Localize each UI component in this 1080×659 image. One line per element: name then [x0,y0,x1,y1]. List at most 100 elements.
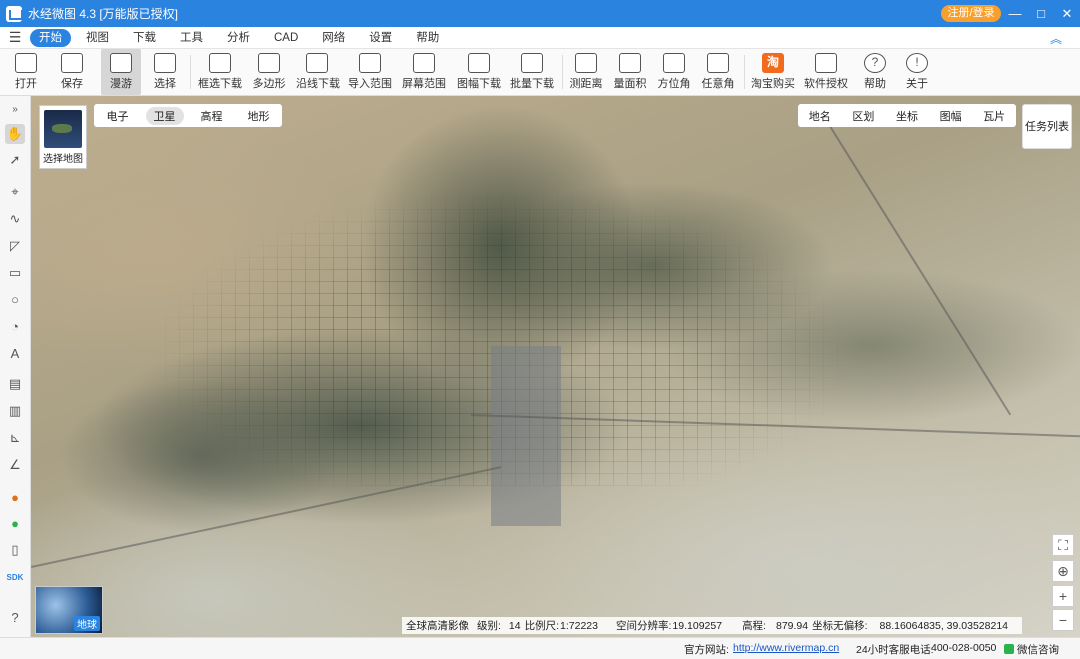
elevation-label: 高程: [742,620,766,632]
overlay-sheets[interactable]: 图幅 [940,108,962,124]
menu-cad[interactable]: CAD [265,29,307,47]
line-download-button[interactable]: 沿线下载 [296,49,340,95]
website-link[interactable]: http://www.rivermap.cn [733,642,839,654]
overlay-tiles[interactable]: 瓦片 [983,108,1005,124]
pan-button[interactable]: 漫游 [101,49,141,95]
scale-label: 比例尺: [524,620,560,632]
level-value: 14 [508,619,521,632]
expand-panel-icon[interactable]: » [5,100,25,120]
hamburger-menu-icon[interactable]: ☰ [0,29,30,46]
lock-icon [815,53,837,73]
measure-area-button[interactable]: 量面积 [612,49,648,95]
fullscreen-icon[interactable]: ⛶ [1052,534,1074,556]
ribbon-toolbar: 打开 保存 漫游 选择 框选下载 多边形 沿线下载 导入范围 屏幕范围 图幅下载… [0,49,1080,96]
locate-icon[interactable]: ⊕ [1052,560,1074,582]
ribbon-divider [744,55,745,89]
zoom-out-button[interactable]: − [1052,609,1074,631]
save-button[interactable]: 保存 [54,49,90,95]
wechat-label: 微信咨询 [1017,644,1059,656]
ruler-icon[interactable]: ▤ [5,374,25,394]
batch-download-button[interactable]: 批量下载 [510,49,554,95]
minimize-button[interactable]: — [1002,0,1028,27]
taobao-buy-button[interactable]: 淘淘宝购买 [750,49,796,95]
app-logo-icon [6,5,23,22]
circle-icon[interactable]: ○ [5,290,25,310]
area-icon [619,53,641,73]
resolution-value: 19.109257 [672,619,723,632]
menu-network[interactable]: 网络 [313,29,354,47]
menu-view[interactable]: 视图 [77,29,118,47]
phone-icon[interactable]: ▯ [5,540,25,560]
menu-tools[interactable]: 工具 [171,29,212,47]
angle-icon[interactable]: ∠ [5,455,25,475]
globe-icon[interactable]: ● [5,488,25,508]
box-download-icon [209,53,231,73]
text-icon[interactable]: A [5,344,25,364]
open-button[interactable]: 打开 [8,49,44,95]
rectangle-icon[interactable]: ▭ [5,263,25,283]
ribbon-divider [190,55,191,89]
overlay-coordinates[interactable]: 坐标 [896,108,918,124]
box-download-button[interactable]: 框选下载 [198,49,242,95]
select-button[interactable]: 选择 [147,49,183,95]
menu-help[interactable]: 帮助 [407,29,448,47]
window-title: 水经微图 4.3 [万能版已授权] [28,7,179,21]
zoom-in-button[interactable]: + [1052,585,1074,607]
maximize-button[interactable]: □ [1028,0,1054,27]
azimuth-button[interactable]: 方位角 [656,49,692,95]
import-range-button[interactable]: 导入范围 [348,49,392,95]
login-button[interactable]: 注册/登录 [941,5,1001,22]
screen-icon [413,53,435,73]
license-button[interactable]: 软件授权 [804,49,848,95]
azimuth-icon [663,53,685,73]
map-type-electronic[interactable]: 电子 [99,107,137,125]
map-view[interactable] [31,96,1080,637]
about-button[interactable]: ! 关于 [900,49,934,95]
wechat-icon [1004,644,1014,654]
help-button[interactable]: ? 帮助 [858,49,892,95]
azimuth-icon[interactable]: ⊾ [5,428,25,448]
earth-label: 地球 [74,616,100,631]
ribbon-divider [562,55,563,89]
earth-view-button[interactable]: 地球 [35,586,103,634]
map-type-terrain[interactable]: 地形 [240,107,278,125]
sector-icon[interactable]: ◔ [5,317,25,337]
menu-start[interactable]: 开始 [30,28,71,47]
area-icon[interactable]: ▥ [5,401,25,421]
sheet-download-button[interactable]: 图幅下载 [456,49,502,95]
coord-label: 坐标无偏移: [812,620,868,632]
collapse-ribbon-icon[interactable]: ︽ [1050,30,1062,47]
task-list-button[interactable]: 任务列表 [1022,104,1072,149]
hand-icon[interactable]: ✋ [5,124,25,144]
sheet-icon [468,53,490,73]
wechat-button[interactable]: 微信咨询 [1004,642,1059,657]
measure-distance-button[interactable]: 测距离 [568,49,604,95]
link-icon[interactable]: ● [5,514,25,534]
menu-analysis[interactable]: 分析 [218,29,259,47]
screen-range-button[interactable]: 屏幕范围 [402,49,446,95]
map-type-elevation[interactable]: 高程 [193,107,231,125]
polygon-button[interactable]: 多边形 [250,49,288,95]
polygon-icon [258,53,280,73]
overlay-placenames[interactable]: 地名 [809,108,831,124]
polyline-icon[interactable]: ∿ [5,209,25,229]
overlay-divisions[interactable]: 区划 [852,108,874,124]
menu-settings[interactable]: 设置 [360,29,401,47]
menu-bar: ☰ 开始 视图 下载 工具 分析 CAD 网络 设置 帮助 ︽ [0,27,1080,49]
map-type-bar: 电子 卫星 高程 地形 [94,104,282,127]
website-label: 官方网站: [684,644,729,656]
help-circle-icon[interactable]: ? [5,608,25,628]
marker-icon[interactable]: ⌖ [5,182,25,202]
map-type-satellite[interactable]: 卫星 [145,106,184,125]
hand-icon [110,53,132,73]
overlay-bar: 地名 区划 坐标 图幅 瓦片 [798,104,1016,127]
any-angle-button[interactable]: 任意角 [700,49,736,95]
cursor-icon[interactable]: ➚ [5,150,25,170]
info-icon: ! [906,53,928,73]
polygon-draw-icon[interactable]: ◸ [5,236,25,256]
menu-download[interactable]: 下载 [124,29,165,47]
sdk-icon[interactable]: SDK [5,568,25,588]
map-selector[interactable]: 选择地图 [39,105,87,169]
map-info-bar: 全球高清影像 级别: 14 比例尺: 1:72223 空间分辨率: 19.109… [402,617,1022,634]
close-button[interactable]: ✕ [1054,0,1080,27]
